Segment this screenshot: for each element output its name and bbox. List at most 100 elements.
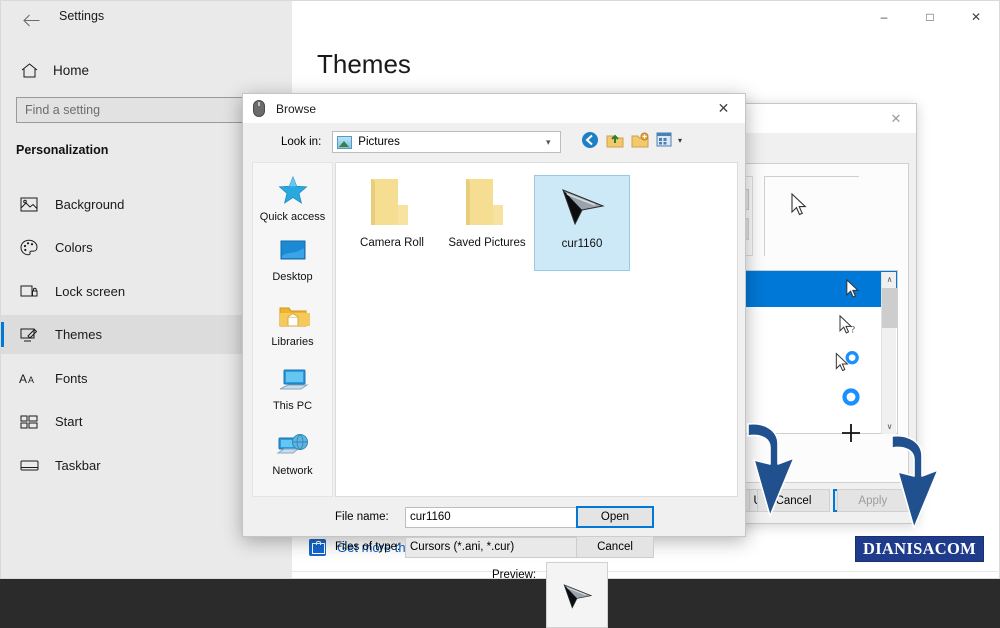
- file-item-folder[interactable]: Saved Pictures: [439, 175, 535, 271]
- settings-window-title: Settings: [59, 9, 104, 23]
- pictures-folder-icon: [337, 136, 352, 149]
- place-label: Quick access: [260, 211, 325, 223]
- desktop-icon: [276, 238, 310, 268]
- scroll-up-arrow-icon[interactable]: ∧: [882, 272, 897, 287]
- new-folder-icon[interactable]: [631, 131, 649, 149]
- normal-select-cursor: [791, 193, 809, 217]
- sidebar-item-label: Background: [55, 197, 124, 212]
- working-in-background-cursor: [835, 351, 861, 371]
- file-item-cursor-selected[interactable]: cur1160: [534, 175, 630, 271]
- cursor-file-icon: [551, 176, 613, 234]
- chevron-down-icon: ▾: [540, 137, 556, 148]
- sidebar-item-label-home: Home: [53, 63, 89, 78]
- browse-dialog-titlebar: Browse ✕: [243, 94, 745, 123]
- content-divider: [292, 571, 1000, 572]
- image-icon: [19, 195, 39, 215]
- cursor-list-scrollbar[interactable]: ∧ ∨: [881, 272, 896, 434]
- browse-action-buttons: Open Cancel: [576, 506, 666, 566]
- place-label: This PC: [273, 400, 312, 412]
- preview-label: Preview:: [492, 569, 536, 581]
- apply-button[interactable]: Apply: [837, 489, 909, 512]
- cancel-button[interactable]: Cancel: [576, 536, 654, 558]
- palette-icon: [19, 238, 39, 258]
- themes-icon: [19, 325, 39, 345]
- back-arrow-glyph: [23, 14, 40, 27]
- help-select-cursor: ?: [839, 315, 861, 335]
- search-placeholder: Find a setting: [25, 103, 100, 117]
- look-in-label: Look in:: [281, 136, 321, 148]
- back-navigation-icon[interactable]: [581, 131, 599, 149]
- scroll-down-arrow-icon[interactable]: ∨: [882, 419, 897, 434]
- file-item-folder[interactable]: Camera Roll: [344, 175, 440, 271]
- folder-icon: [456, 175, 518, 233]
- sidebar-item-label: Start: [55, 414, 82, 429]
- browse-dialog-close-button[interactable]: ✕: [702, 94, 745, 123]
- sidebar-item-home[interactable]: Home: [13, 54, 281, 86]
- cancel-button[interactable]: Cancel: [757, 489, 829, 512]
- scrollbar-thumb[interactable]: [882, 288, 897, 328]
- files-of-type-label: Files of type:: [335, 541, 405, 553]
- file-name-row: File name: cur1160 ▾: [335, 506, 738, 528]
- file-list-area[interactable]: Camera Roll Saved Pictures cur1160: [335, 162, 738, 497]
- mouse-dialog-close-button[interactable]: ✕: [876, 104, 916, 133]
- browse-dialog-toolbar: ▾: [581, 131, 682, 149]
- file-name-label: Saved Pictures: [448, 237, 525, 249]
- svg-text:A: A: [28, 375, 34, 385]
- chevron-down-icon[interactable]: ▾: [678, 136, 682, 145]
- this-pc-icon: [276, 367, 310, 397]
- network-icon: [276, 432, 310, 462]
- look-in-dropdown[interactable]: Pictures ▾: [332, 131, 561, 153]
- browse-dialog-title: Browse: [276, 102, 316, 116]
- fonts-icon: AA: [19, 369, 39, 389]
- sidebar-section-header: Personalization: [16, 143, 108, 157]
- sidebar-item-label: Lock screen: [55, 284, 125, 299]
- watermark: DIANISACOM: [855, 536, 984, 562]
- search-input[interactable]: Find a setting: [16, 97, 278, 123]
- page-title: Themes: [317, 49, 411, 80]
- places-bar: Quick access Desktop Libraries: [252, 162, 333, 497]
- svg-text:A: A: [19, 372, 27, 386]
- mouse-icon: [253, 101, 267, 117]
- taskbar-icon: [19, 456, 39, 476]
- svg-text:?: ?: [851, 325, 855, 335]
- libraries-folder-icon: [276, 303, 310, 333]
- normal-select-cursor: [846, 279, 861, 299]
- up-one-level-icon[interactable]: [606, 131, 624, 149]
- cursor-preview-icon: [556, 574, 598, 616]
- precision-select-cursor: [841, 423, 861, 443]
- start-icon: [19, 412, 39, 432]
- sidebar-item-label: Colors: [55, 240, 93, 255]
- lock-screen-icon: [19, 282, 39, 302]
- files-of-type-row: Files of type: Cursors (*.ani, *.cur) ▾: [335, 536, 738, 558]
- place-this-pc[interactable]: This PC: [252, 367, 333, 424]
- place-network[interactable]: Network: [252, 432, 333, 489]
- views-icon[interactable]: [656, 131, 674, 149]
- sidebar-item-label: Taskbar: [55, 458, 101, 473]
- quick-access-star-icon: [276, 174, 310, 208]
- minimize-button[interactable]: –: [861, 1, 907, 32]
- folder-icon: [361, 175, 423, 233]
- place-libraries[interactable]: Libraries: [252, 303, 333, 360]
- browse-bottom-form: File name: cur1160 ▾ Files of type: Curs…: [335, 506, 738, 566]
- open-button[interactable]: Open: [576, 506, 654, 528]
- busy-cursor: [841, 387, 861, 407]
- place-label: Libraries: [271, 336, 313, 348]
- place-label: Network: [272, 465, 312, 477]
- sidebar-item-label: Themes: [55, 327, 102, 342]
- close-button[interactable]: ✕: [953, 1, 999, 32]
- place-desktop[interactable]: Desktop: [252, 238, 333, 295]
- look-in-value: Pictures: [358, 136, 540, 148]
- place-quick-access[interactable]: Quick access: [252, 174, 333, 231]
- home-icon: [19, 63, 39, 78]
- cursor-preview-panel: [764, 176, 859, 256]
- back-arrow-icon[interactable]: [13, 7, 49, 33]
- browse-file-dialog: Browse ✕ Look in: Pictures ▾ ▾: [242, 93, 746, 537]
- microsoft-store-icon: [309, 539, 326, 556]
- file-name-label: cur1160: [562, 238, 603, 250]
- preview-box: [546, 562, 608, 628]
- place-label: Desktop: [272, 271, 312, 283]
- file-name-label: Camera Roll: [360, 237, 424, 249]
- maximize-button[interactable]: □: [907, 1, 953, 32]
- file-name-label: File name:: [335, 511, 405, 523]
- sidebar-item-label: Fonts: [55, 371, 88, 386]
